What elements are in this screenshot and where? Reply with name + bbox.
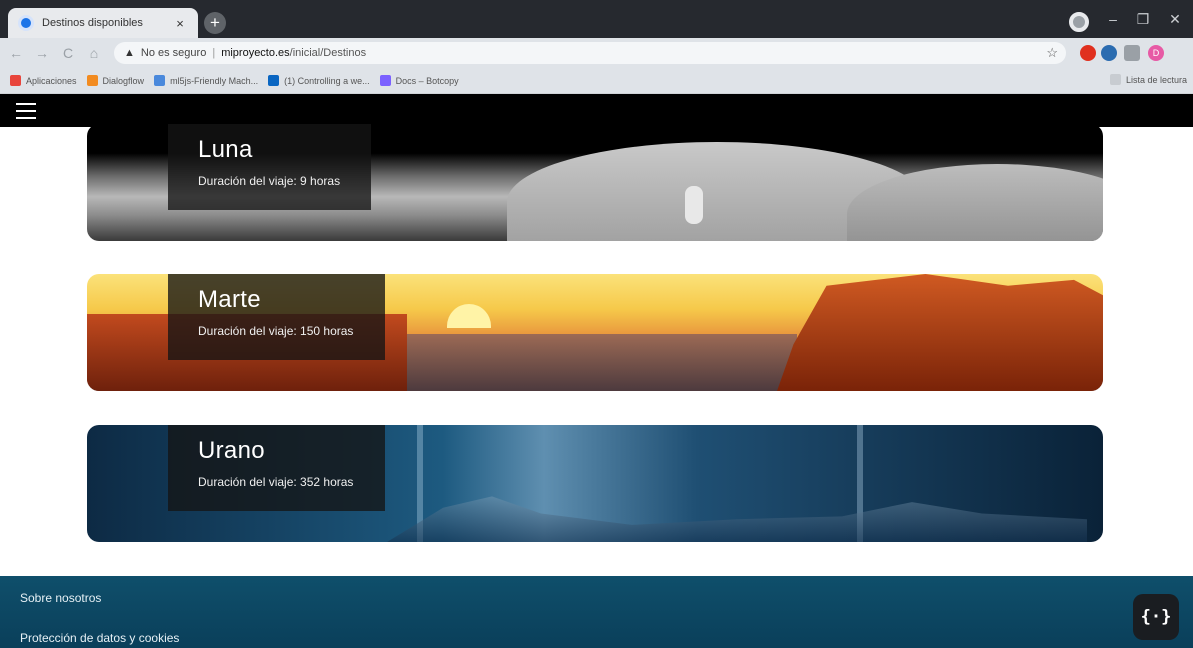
destination-title: Marte bbox=[198, 286, 261, 313]
futuristic-city-image bbox=[387, 496, 1087, 542]
destination-title: Urano bbox=[198, 437, 265, 464]
site-footer: Sobre nosotros Protección de datos y coo… bbox=[0, 576, 1193, 648]
menu-hamburger-icon[interactable] bbox=[16, 103, 36, 119]
ml5js-icon bbox=[154, 75, 166, 86]
chat-widget-button[interactable]: {·} bbox=[1133, 594, 1179, 640]
maximize-button[interactable]: ❐ bbox=[1128, 11, 1158, 28]
warning-icon: ▲ bbox=[124, 47, 135, 59]
dialogflow-icon bbox=[86, 75, 98, 86]
red-cliff-image bbox=[777, 274, 1103, 391]
bookmarks-bar: Aplicaciones Dialogflow ml5js-Friendly M… bbox=[0, 68, 1193, 94]
new-tab-button[interactable]: + bbox=[204, 12, 226, 34]
destination-card-marte[interactable]: Marte Duración del viaje: 150 horas bbox=[87, 274, 1103, 391]
destination-duration: Duración del viaje: 352 horas bbox=[198, 475, 354, 489]
site-favicon-icon bbox=[18, 15, 34, 31]
browser-tab-bar: Destinos disponibles × + – ❐ ✕ bbox=[0, 0, 1193, 38]
profile-avatar[interactable]: D bbox=[1148, 45, 1164, 61]
privacy-link[interactable]: Protección de datos y cookies bbox=[20, 631, 179, 645]
url-path: /inicial/Destinos bbox=[289, 47, 367, 59]
app-header bbox=[0, 94, 1193, 127]
bookmark-label: (1) Controlling a we... bbox=[284, 75, 370, 86]
bookmark-item[interactable]: Dialogflow bbox=[86, 75, 145, 86]
bookmark-label: Aplicaciones bbox=[26, 75, 77, 86]
card-label: Luna Duración del viaje: 9 horas bbox=[168, 124, 371, 210]
address-bar[interactable]: ▲ No es seguro | miproyecto.es /inicial/… bbox=[114, 42, 1066, 64]
destination-title: Luna bbox=[198, 136, 253, 163]
linkedin-icon bbox=[268, 75, 280, 86]
canyon-valley-image bbox=[377, 334, 797, 391]
bookmark-label: Docs – Botcopy bbox=[395, 75, 459, 86]
bookmark-label: Dialogflow bbox=[102, 75, 145, 86]
url-host: miproyecto.es bbox=[221, 47, 290, 59]
card-label: Urano Duración del viaje: 352 horas bbox=[168, 425, 385, 511]
bookmark-label: ml5js-Friendly Mach... bbox=[170, 75, 259, 86]
botcopy-icon bbox=[379, 75, 391, 86]
browser-tab[interactable]: Destinos disponibles × bbox=[8, 8, 198, 38]
minimize-button[interactable]: – bbox=[1098, 11, 1128, 27]
home-button[interactable]: ⌂ bbox=[84, 45, 104, 61]
bookmark-item[interactable]: (1) Controlling a we... bbox=[268, 75, 370, 86]
destination-duration: Duración del viaje: 9 horas bbox=[198, 174, 341, 188]
destination-duration: Duración del viaje: 150 horas bbox=[198, 324, 354, 338]
astronaut-image bbox=[685, 186, 703, 224]
security-label: No es seguro bbox=[140, 47, 207, 59]
reload-button[interactable]: C bbox=[58, 45, 78, 61]
close-window-button[interactable]: ✕ bbox=[1160, 11, 1190, 28]
reading-list-icon bbox=[1109, 74, 1121, 85]
tab-title: Destinos disponibles bbox=[42, 17, 143, 29]
url-separator: | bbox=[212, 47, 216, 59]
bookmark-item[interactable]: Docs – Botcopy bbox=[379, 75, 459, 86]
card-label: Marte Duración del viaje: 150 horas bbox=[168, 274, 385, 360]
tab-close-icon[interactable]: × bbox=[172, 16, 188, 31]
bookmark-star-icon[interactable]: ☆ bbox=[1046, 45, 1058, 61]
extension-icon[interactable] bbox=[1101, 45, 1117, 61]
forward-button[interactable]: → bbox=[32, 45, 52, 61]
reading-list-button[interactable]: Lista de lectura bbox=[1109, 74, 1187, 85]
opera-extension-icon[interactable] bbox=[1080, 45, 1096, 61]
about-us-link[interactable]: Sobre nosotros bbox=[20, 591, 101, 605]
destination-card-urano[interactable]: Urano Duración del viaje: 352 horas bbox=[87, 425, 1103, 542]
sunset-sun-image bbox=[447, 304, 491, 328]
bookmark-item[interactable]: Aplicaciones bbox=[10, 75, 77, 86]
reading-list-label: Lista de lectura bbox=[1125, 74, 1187, 85]
extensions-puzzle-icon[interactable] bbox=[1124, 45, 1140, 61]
destination-card-luna[interactable]: Luna Duración del viaje: 9 horas bbox=[87, 124, 1103, 241]
browser-toolbar: ← → C ⌂ ▲ No es seguro | miproyecto.es /… bbox=[0, 38, 1193, 68]
chrome-profile-icon[interactable] bbox=[1069, 12, 1089, 32]
back-button[interactable]: ← bbox=[6, 45, 26, 61]
bookmark-item[interactable]: ml5js-Friendly Mach... bbox=[154, 75, 258, 86]
apps-grid-icon bbox=[10, 75, 21, 86]
